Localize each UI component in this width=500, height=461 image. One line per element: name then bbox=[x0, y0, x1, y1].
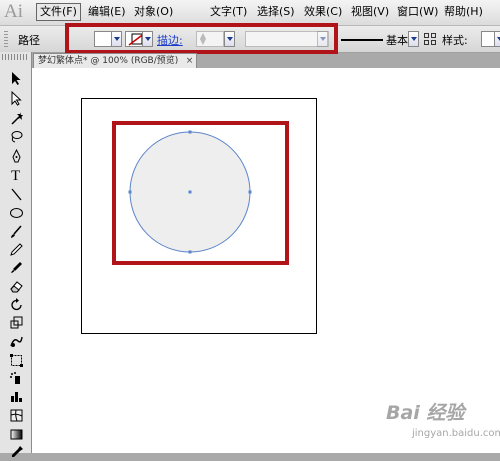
warp-icon[interactable] bbox=[8, 333, 25, 350]
style-dropdown[interactable] bbox=[494, 31, 500, 47]
blob-brush-icon[interactable] bbox=[8, 259, 25, 276]
watermark: Bai 经验 jingyan.baidu.com bbox=[386, 396, 500, 448]
watermark-logo-text: Bai 经验 bbox=[386, 402, 465, 424]
stroke-weight-dropdown[interactable] bbox=[224, 31, 235, 47]
menu-edit[interactable]: 编辑(E) bbox=[88, 4, 126, 20]
control-bar: 路径 描边: ▲ ▼ 基本 样式: bbox=[0, 26, 500, 53]
type-icon[interactable]: T bbox=[8, 166, 25, 183]
ellipse-icon[interactable] bbox=[8, 204, 25, 221]
pencil-icon[interactable] bbox=[8, 241, 25, 258]
panel-grip[interactable] bbox=[4, 31, 8, 47]
opacity-icon[interactable] bbox=[424, 33, 436, 45]
fill-dropdown[interactable] bbox=[111, 31, 122, 47]
document-tab[interactable]: 梦幻繁体点* @ 100% (RGB/预览) × bbox=[33, 53, 198, 68]
brush-dropdown[interactable] bbox=[408, 31, 419, 47]
artboard[interactable] bbox=[81, 98, 317, 334]
stroke-dropdown[interactable] bbox=[142, 31, 153, 47]
gradient-icon[interactable] bbox=[8, 426, 25, 443]
free-transform-icon[interactable] bbox=[8, 352, 25, 369]
object-type-label: 路径 bbox=[18, 34, 40, 47]
stroke-profile-preview bbox=[341, 39, 383, 41]
menu-type[interactable]: 文字(T) bbox=[210, 4, 247, 20]
pen-icon[interactable] bbox=[8, 148, 25, 165]
magic-wand-icon[interactable] bbox=[8, 110, 25, 127]
menu-select[interactable]: 选择(S) bbox=[257, 4, 295, 20]
rotate-icon[interactable] bbox=[8, 296, 25, 313]
lasso-icon[interactable] bbox=[8, 128, 25, 145]
tools-grip[interactable] bbox=[2, 54, 29, 60]
svg-text:T: T bbox=[11, 168, 20, 182]
direct-selection-icon[interactable] bbox=[8, 90, 25, 107]
menu-help[interactable]: 帮助(H) bbox=[444, 4, 483, 20]
symbol-sprayer-icon[interactable] bbox=[8, 370, 25, 387]
style-swatch[interactable] bbox=[481, 31, 495, 47]
mesh-icon[interactable] bbox=[8, 407, 25, 424]
style-label: 样式: bbox=[442, 34, 468, 47]
menu-effect[interactable]: 效果(C) bbox=[304, 4, 342, 20]
watermark-url: jingyan.baidu.com bbox=[412, 428, 500, 439]
menu-file[interactable]: 文件(F) bbox=[36, 3, 81, 21]
stroke-panel-link[interactable]: 描边: bbox=[157, 32, 183, 48]
line-icon[interactable] bbox=[8, 186, 25, 203]
selection-icon[interactable] bbox=[8, 70, 25, 87]
paintbrush-icon[interactable] bbox=[8, 223, 25, 240]
brush-definition-label: 基本 bbox=[386, 34, 408, 47]
eraser-icon[interactable] bbox=[8, 278, 25, 295]
menu-bar: Ai 文件(F) 编辑(E) 对象(O) 文字(T) 选择(S) 效果(C) 视… bbox=[0, 0, 500, 26]
menu-object[interactable]: 对象(O) bbox=[134, 4, 173, 20]
menu-window[interactable]: 窗口(W) bbox=[397, 4, 438, 20]
app-logo: Ai bbox=[4, 1, 23, 22]
tools-panel: T bbox=[0, 52, 32, 457]
scale-icon[interactable] bbox=[8, 314, 25, 331]
spinner-icon[interactable]: ▲ ▼ bbox=[199, 32, 207, 46]
close-tab-icon[interactable]: × bbox=[186, 54, 194, 68]
graph-icon[interactable] bbox=[8, 388, 25, 405]
menu-view[interactable]: 视图(V) bbox=[351, 4, 389, 20]
variable-width-dropdown[interactable] bbox=[317, 31, 328, 47]
document-title: 梦幻繁体点* @ 100% (RGB/预览) bbox=[38, 56, 179, 66]
